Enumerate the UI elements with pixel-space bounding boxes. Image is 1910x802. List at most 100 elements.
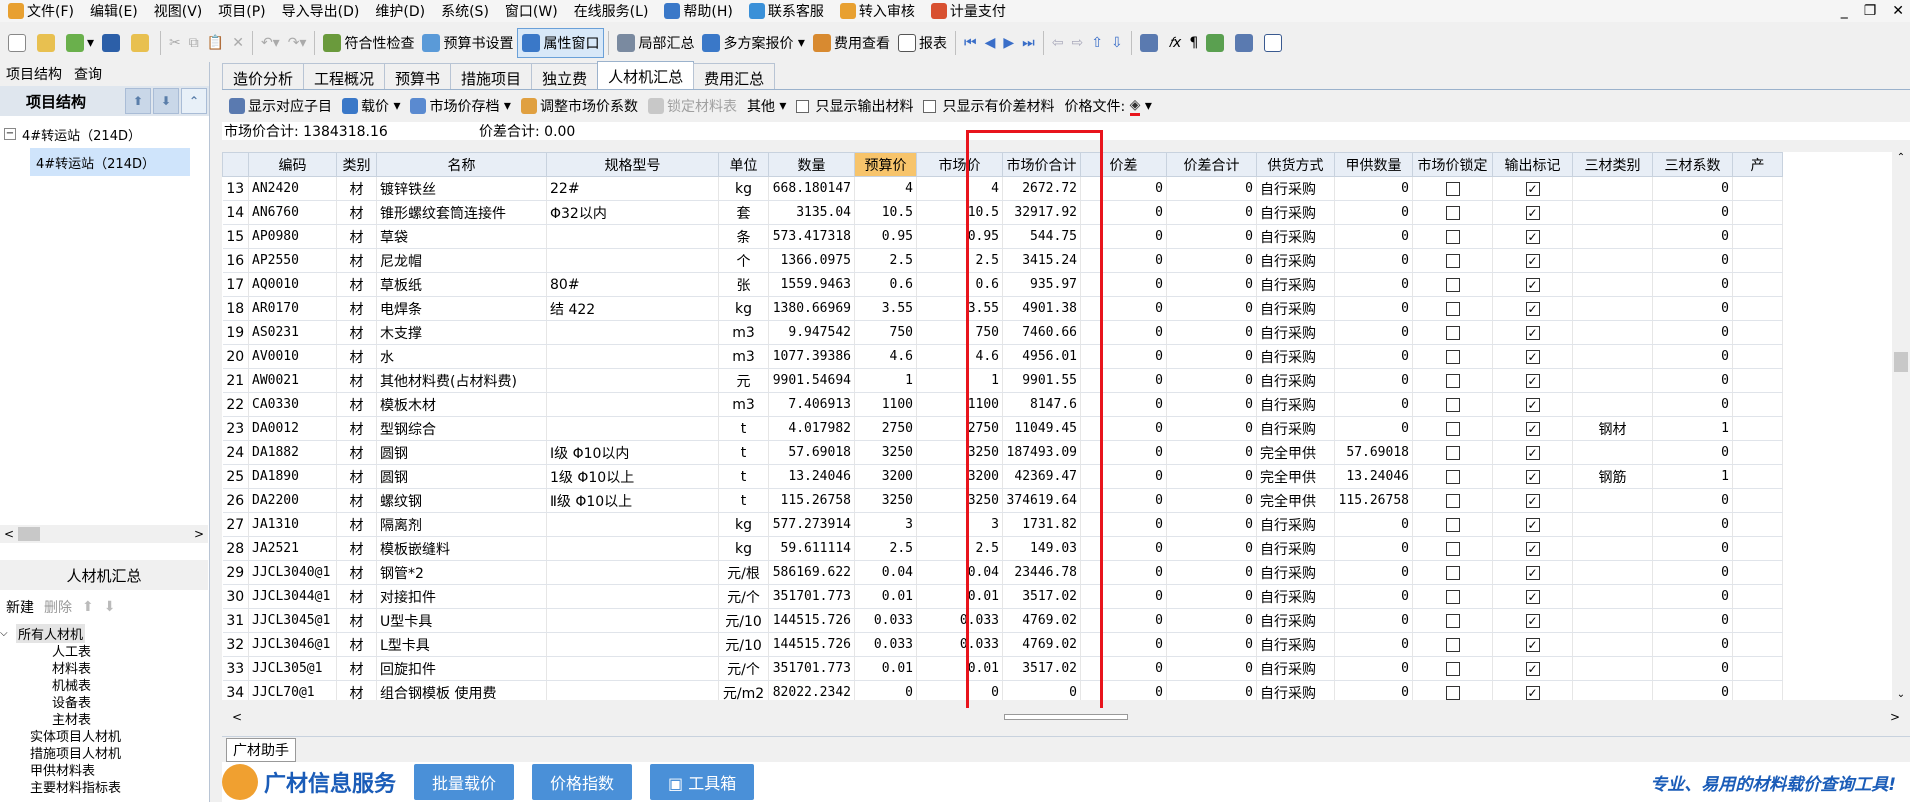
output-mark-checkbox[interactable]: ✓ (1492, 512, 1573, 537)
cell-market[interactable]: 0 (916, 680, 1003, 700)
cell-total[interactable]: 4956.01 (1002, 344, 1081, 369)
checkbox-icon[interactable]: ✓ (1525, 181, 1540, 196)
cell-jia[interactable]: 0 (1334, 296, 1413, 321)
cell-jia[interactable]: 0 (1334, 584, 1413, 609)
cell-no[interactable]: 30 (222, 584, 249, 609)
table-row[interactable]: 24 DA1882 材圆钢 Ⅰ级 Φ10以内 t 57.69018 3250 3250 1874… (222, 440, 1783, 465)
cell-total[interactable]: 7460.66 (1002, 320, 1081, 345)
cell-spec[interactable]: 1级 Φ10以上 (546, 464, 719, 489)
column-header[interactable]: 输出标记 (1492, 152, 1573, 177)
cell-total[interactable]: 23446.78 (1002, 560, 1081, 585)
cell-code[interactable]: DA2200 (248, 488, 337, 513)
market-lock-checkbox[interactable] (1412, 272, 1493, 297)
cell-total[interactable]: 149.03 (1002, 536, 1081, 561)
checkbox-icon[interactable] (1445, 253, 1460, 268)
cell-no[interactable]: 20 (222, 344, 249, 369)
cell-supply[interactable]: 自行采购 (1256, 248, 1335, 273)
cell-unit[interactable]: 张 (718, 272, 769, 297)
table-row[interactable]: 15 AP0980 材草袋条 573.417318 0.95 0.95 544.75 0 0 自行… (222, 224, 1783, 249)
cell-budget[interactable]: 0.04 (854, 560, 917, 585)
cell-market[interactable]: 0.01 (916, 584, 1003, 609)
cell-code[interactable]: JJCL3045@1 (248, 608, 337, 633)
cell-qty[interactable]: 351701.773 (768, 656, 855, 681)
menu-item[interactable]: 项目(P) (210, 0, 273, 22)
cell-jia[interactable]: 0 (1334, 248, 1413, 273)
cell-empty[interactable] (1732, 200, 1783, 225)
list-button[interactable] (1260, 28, 1289, 58)
cell-difftotal[interactable]: 0 (1166, 680, 1257, 700)
cell-spec[interactable] (546, 248, 719, 273)
delete-rcj-button[interactable]: 删除 (44, 597, 72, 617)
cell-budget[interactable]: 1 (854, 368, 917, 393)
cell-total[interactable]: 42369.47 (1002, 464, 1081, 489)
cell-diff[interactable]: 0 (1080, 488, 1167, 513)
cell-unit[interactable]: 元/个 (718, 656, 769, 681)
cell-coef[interactable]: 0 (1652, 392, 1733, 417)
cell-empty[interactable] (1732, 512, 1783, 537)
cell-supply[interactable]: 自行采购 (1256, 224, 1335, 249)
cell-diff[interactable]: 0 (1080, 440, 1167, 465)
table-row[interactable]: 33 JJCL305@1 材回旋扣件 元/个 351701.773 0.01 0.01 351… (222, 656, 1783, 681)
cell-difftotal[interactable]: 0 (1166, 224, 1257, 249)
cell-total[interactable]: 544.75 (1002, 224, 1081, 249)
checkbox-icon[interactable] (796, 99, 810, 113)
cell-no[interactable]: 13 (222, 176, 249, 201)
cell-market[interactable]: 0.04 (916, 560, 1003, 585)
market-lock-checkbox[interactable] (1412, 680, 1493, 700)
cell-spec[interactable] (546, 368, 719, 393)
output-mark-checkbox[interactable]: ✓ (1492, 464, 1573, 489)
checkbox-icon[interactable] (1445, 349, 1460, 364)
cell-qty[interactable]: 7.406913 (768, 392, 855, 417)
table-row[interactable]: 21 AW0021 材其他材料费(占材料费) 元 9901.54694 1 1 9901.55… (222, 368, 1783, 393)
cell-type[interactable]: 材 (336, 248, 377, 273)
cell-spec[interactable] (546, 512, 719, 537)
cell-jia[interactable]: 0 (1334, 272, 1413, 297)
cell-empty[interactable] (1732, 344, 1783, 369)
cell-coef[interactable]: 0 (1652, 320, 1733, 345)
market-lock-checkbox[interactable] (1412, 248, 1493, 273)
cell-sancai[interactable] (1572, 272, 1653, 297)
cell-budget[interactable]: 0.95 (854, 224, 917, 249)
cell-spec[interactable]: Ⅱ级 Φ10以上 (546, 488, 719, 513)
output-mark-checkbox[interactable]: ✓ (1492, 560, 1573, 585)
cell-supply[interactable]: 自行采购 (1256, 176, 1335, 201)
cell-empty[interactable] (1732, 224, 1783, 249)
cell-difftotal[interactable]: 0 (1166, 368, 1257, 393)
cell-spec[interactable] (546, 632, 719, 657)
scroll-down-icon[interactable]: ⌄ (1897, 689, 1905, 700)
minimize-icon[interactable]: _ (1841, 0, 1848, 22)
cell-budget[interactable]: 10.5 (854, 200, 917, 225)
cell-no[interactable]: 17 (222, 272, 249, 297)
cell-supply[interactable]: 自行采购 (1256, 392, 1335, 417)
table-row[interactable]: 16 AP2550 材尼龙帽个 1366.0975 2.5 2.5 3415.24 0 0 自行采… (222, 248, 1783, 273)
output-mark-checkbox[interactable]: ✓ (1492, 392, 1573, 417)
cell-sancai[interactable] (1572, 368, 1653, 393)
market-lock-checkbox[interactable] (1412, 536, 1493, 561)
cell-empty[interactable] (1732, 392, 1783, 417)
market-lock-checkbox[interactable] (1412, 344, 1493, 369)
checkbox-icon[interactable] (1445, 469, 1460, 484)
cell-coef[interactable]: 0 (1652, 632, 1733, 657)
output-mark-checkbox[interactable]: ✓ (1492, 608, 1573, 633)
cell-code[interactable]: JA2521 (248, 536, 337, 561)
cell-budget[interactable]: 0.01 (854, 656, 917, 681)
cell-market[interactable]: 1100 (916, 392, 1003, 417)
cell-supply[interactable]: 自行采购 (1256, 632, 1335, 657)
redo-button[interactable]: ↷▾ (284, 28, 311, 58)
cell-empty[interactable] (1732, 248, 1783, 273)
checkbox-icon[interactable] (1445, 589, 1460, 604)
market-archive-button[interactable]: 市场价存档 ▾ (405, 96, 515, 116)
cell-budget[interactable]: 750 (854, 320, 917, 345)
checkbox-icon[interactable]: ✓ (1525, 205, 1540, 220)
cell-supply[interactable]: 自行采购 (1256, 560, 1335, 585)
tree-node-selected[interactable]: 4#转运站（214D） (30, 148, 190, 176)
cell-unit[interactable]: 元 (718, 368, 769, 393)
output-mark-checkbox[interactable]: ✓ (1492, 584, 1573, 609)
cell-qty[interactable]: 668.180147 (768, 176, 855, 201)
scroll-right-icon[interactable]: > (194, 527, 204, 541)
cell-diff[interactable]: 0 (1080, 368, 1167, 393)
cell-budget[interactable]: 2.5 (854, 248, 917, 273)
cell-sancai[interactable] (1572, 296, 1653, 321)
cell-diff[interactable]: 0 (1080, 632, 1167, 657)
cell-empty[interactable] (1732, 176, 1783, 201)
